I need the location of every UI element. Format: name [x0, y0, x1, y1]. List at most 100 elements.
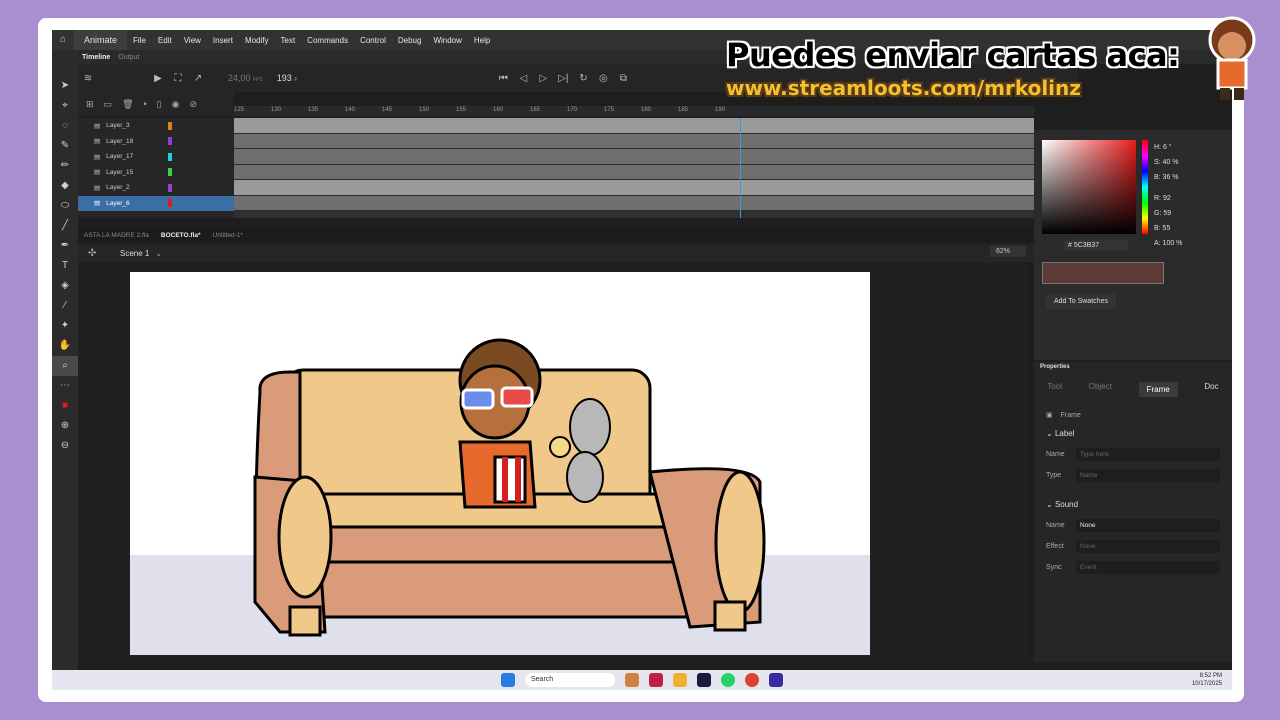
chrome-icon[interactable] [745, 673, 759, 687]
edit-multiple-icon[interactable]: ⧉ [613, 73, 633, 84]
sync-select[interactable]: Event [1076, 561, 1220, 574]
layer-color-swatch[interactable] [168, 137, 172, 146]
brush-tool-icon[interactable]: ✎ [52, 136, 78, 156]
layer-row[interactable]: ▤ Layer_3 [78, 118, 234, 134]
layer-color-swatch[interactable] [168, 183, 172, 192]
layer-row[interactable]: ▤ Layer_18 [78, 134, 234, 150]
eraser-tool-icon[interactable]: ◆ [52, 176, 78, 196]
lock-icon[interactable]: ⊘ [189, 99, 197, 110]
menu-file[interactable]: File [127, 36, 152, 45]
media-encoder-icon[interactable] [769, 673, 783, 687]
effect-select[interactable]: None [1076, 540, 1220, 553]
next-frame-icon[interactable]: ▷| [553, 73, 573, 84]
chevron-down-icon[interactable]: ⌄ [155, 249, 162, 258]
new-folder-icon[interactable]: ▭ [104, 99, 113, 110]
file-explorer-icon[interactable] [673, 673, 687, 687]
doc-tab[interactable]: ASTA LA MADRE 2.fla [84, 232, 149, 239]
delete-layer-icon[interactable]: 🗑 [122, 99, 133, 110]
current-frame[interactable]: 193 F [277, 73, 298, 83]
taskbar-search[interactable]: Search [525, 673, 615, 687]
tab-tool[interactable]: Tool [1047, 382, 1062, 397]
hue-slider[interactable] [1142, 140, 1148, 234]
layer-row-selected[interactable]: ▤ Layer_6 [78, 195, 234, 211]
frame-grid[interactable] [234, 118, 1034, 218]
menu-view[interactable]: View [178, 36, 207, 45]
zoom-tool-icon[interactable]: ⌕ [52, 356, 78, 376]
stroke-fill-color-icon[interactable]: ■ [52, 396, 78, 416]
doc-tab[interactable]: Untitled-1* [213, 232, 243, 239]
hex-input[interactable]: # 5C3B37 [1064, 240, 1128, 251]
color-spectrum[interactable] [1042, 140, 1136, 234]
brightness-value[interactable]: B: 36 % [1154, 170, 1224, 185]
line-tool-icon[interactable]: ╱ [52, 216, 78, 236]
tab-object[interactable]: Object [1089, 382, 1112, 397]
selection-tool-icon[interactable]: ➤ [52, 76, 78, 96]
pencil-tool-icon[interactable]: ✏ [52, 156, 78, 176]
menu-edit[interactable]: Edit [152, 36, 178, 45]
hand-tool-icon[interactable]: ✋ [52, 336, 78, 356]
tab-frame[interactable]: Frame [1138, 382, 1178, 397]
paint-bucket-tool-icon[interactable]: ◈ [52, 276, 78, 296]
prev-frame-icon[interactable]: ◁ [513, 73, 533, 84]
menu-modify[interactable]: Modify [239, 36, 275, 45]
frame-row[interactable] [234, 118, 1034, 134]
whatsapp-icon[interactable] [721, 673, 735, 687]
menu-window[interactable]: Window [427, 36, 467, 45]
pen-tool-icon[interactable]: ✒ [52, 236, 78, 256]
alpha-value[interactable]: A: 100 % [1154, 236, 1224, 251]
oval-tool-icon[interactable]: ⬭ [52, 196, 78, 216]
layers-icon[interactable]: ≋ [78, 73, 98, 84]
pin-tool-icon[interactable]: ✦ [52, 316, 78, 336]
blue-value[interactable]: B: 55 [1154, 221, 1224, 236]
subselection-tool-icon[interactable]: ⌖ [52, 96, 78, 116]
onion-skin-icon[interactable]: ◎ [593, 73, 613, 84]
doc-tab-active[interactable]: BOCETO.fla* [161, 232, 201, 239]
playhead[interactable] [740, 118, 741, 218]
menu-control[interactable]: Control [354, 36, 392, 45]
workspace-name[interactable]: Animate [74, 30, 128, 50]
menu-commands[interactable]: Commands [301, 36, 354, 45]
label-section[interactable]: ⌄ Label [1034, 419, 1232, 440]
zoom-out-icon[interactable]: ⊖ [52, 436, 78, 456]
hue-value[interactable]: H: 6 ° [1154, 140, 1224, 155]
zoom-select[interactable]: 62% [990, 246, 1026, 257]
menu-insert[interactable]: Insert [207, 36, 239, 45]
frame-row[interactable] [234, 149, 1034, 165]
tab-timeline[interactable]: Timeline [78, 54, 114, 61]
show-hide-icon[interactable]: ◉ [172, 99, 180, 110]
highlight-icon[interactable]: • [144, 99, 147, 109]
layer-color-swatch[interactable] [168, 121, 172, 130]
stage-area[interactable] [78, 262, 1028, 662]
menu-debug[interactable]: Debug [392, 36, 428, 45]
more-tools-icon[interactable]: ⋯ [52, 376, 78, 396]
label-name-input[interactable]: Type here [1076, 448, 1220, 461]
green-value[interactable]: G: 59 [1154, 206, 1224, 221]
saturation-value[interactable]: S: 40 % [1154, 155, 1224, 170]
lasso-tool-icon[interactable]: ◌ [52, 116, 78, 136]
tab-doc[interactable]: Doc [1204, 382, 1218, 397]
stage-canvas[interactable] [130, 272, 870, 655]
add-to-swatches-button[interactable]: Add To Swatches [1046, 294, 1116, 309]
frame-row[interactable] [234, 195, 1034, 211]
menu-help[interactable]: Help [468, 36, 496, 45]
new-layer-icon[interactable]: ⊞ [86, 99, 94, 110]
animate-app-icon[interactable] [697, 673, 711, 687]
frame-row[interactable] [234, 164, 1034, 180]
text-tool-icon[interactable]: T [52, 256, 78, 276]
frame-row[interactable] [234, 180, 1034, 196]
label-type-select[interactable]: Name [1076, 469, 1220, 482]
system-clock[interactable]: 8:52 PM 10/17/2025 [1192, 672, 1222, 688]
fps-value[interactable]: 24,00 FPS [228, 73, 263, 83]
zoom-in-icon[interactable]: ⊕ [52, 416, 78, 436]
camera-icon[interactable]: ▶ [148, 73, 168, 84]
eyedropper-tool-icon[interactable]: ⁄ [52, 296, 78, 316]
layer-color-swatch[interactable] [168, 152, 172, 161]
current-color-swatch[interactable] [1042, 262, 1164, 284]
sound-section[interactable]: ⌄ Sound [1034, 490, 1232, 511]
layer-color-swatch[interactable] [168, 168, 172, 177]
loop-icon[interactable]: ↻ [573, 73, 593, 84]
scene-selector[interactable]: Scene 1 [120, 249, 149, 258]
tab-output[interactable]: Output [114, 54, 143, 61]
layer-row[interactable]: ▤ Layer_17 [78, 149, 234, 165]
red-value[interactable]: R: 92 [1154, 191, 1224, 206]
